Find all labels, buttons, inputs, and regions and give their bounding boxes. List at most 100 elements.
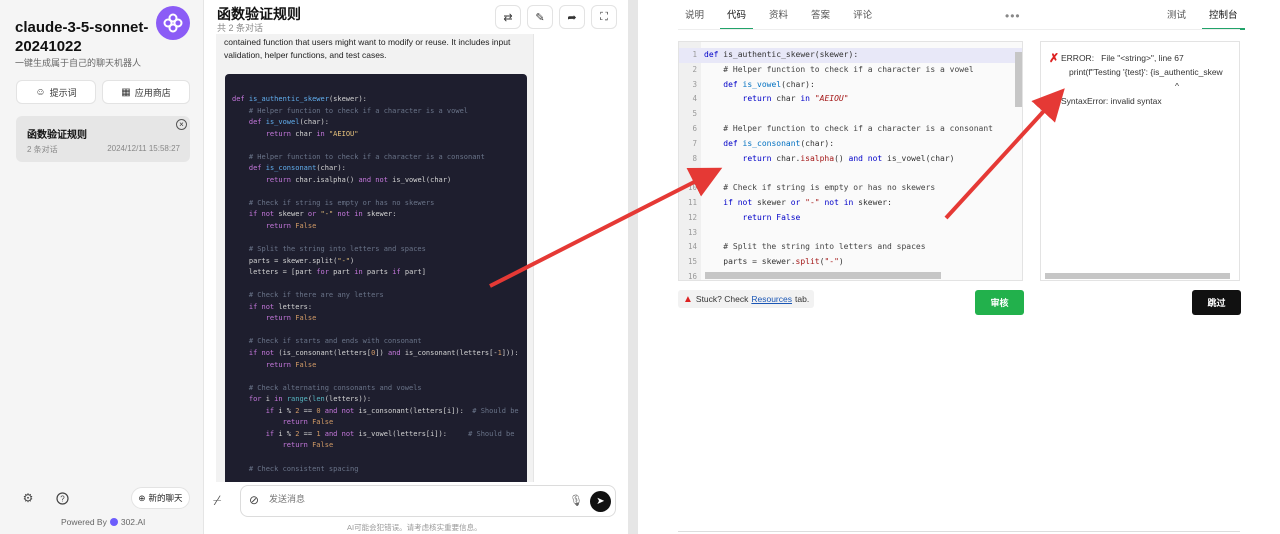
code-line: 10 # Check if string is empty or has no … (679, 181, 1022, 196)
brand-name: 302.AI (120, 517, 146, 527)
line-number: 10 (687, 183, 697, 193)
tab-comments[interactable]: 评论 (846, 0, 879, 30)
brand-logo-icon (109, 518, 118, 526)
powered-by: Powered By 302.AI (61, 517, 145, 527)
tab-resources[interactable]: 资料 (762, 0, 795, 30)
code-line: 5 (679, 107, 1022, 122)
tab-description[interactable]: 说明 (678, 0, 711, 30)
editor-tabs: 说明 代码 资料 答案 评论 (678, 0, 888, 30)
code-line: 8 return char.isalpha() and not is_vowel… (679, 152, 1022, 167)
broom-icon[interactable]: ⌿ (213, 492, 221, 509)
line-number: 13 (687, 227, 697, 237)
message-input[interactable] (269, 494, 559, 504)
line-number: 14 (687, 242, 697, 252)
new-chat-label: 新的聊天 (148, 493, 183, 503)
fullscreen-button[interactable]: ⛶ (591, 5, 617, 29)
code-line: 15 parts = skewer.split("-") (679, 255, 1022, 270)
line-number: 4 (692, 94, 697, 104)
line-number: 7 (692, 138, 697, 148)
tab-tests[interactable]: 测试 (1160, 0, 1193, 30)
swap-button[interactable]: ⇄ (495, 5, 521, 29)
close-icon[interactable]: × (176, 119, 187, 130)
console-caret: ^ (1175, 81, 1179, 91)
prompt-button-label: 提示词 (49, 87, 77, 98)
code-line: 12 return False (679, 211, 1022, 226)
share-button[interactable]: ➦ (559, 5, 585, 29)
line-number: 5 (692, 109, 697, 119)
chat-scrollbar[interactable] (533, 34, 534, 482)
new-chat-button[interactable]: ⊕ 新的聊天 (131, 487, 190, 509)
code-line: 13 (679, 226, 1022, 241)
line-number: 12 (687, 212, 697, 222)
robot-icon: ☺ (35, 86, 46, 98)
app-store-button-label: 应用商店 (134, 87, 171, 98)
conversation-count: 2 条对话 (27, 145, 58, 154)
tab-answers[interactable]: 答案 (804, 0, 837, 30)
warning-icon: ▲ (683, 293, 693, 305)
paperclip-icon[interactable]: ⊘ (249, 493, 259, 507)
line-number: 1 (692, 50, 697, 59)
assistant-message: contained function that users might want… (216, 34, 533, 482)
send-button[interactable]: ➤ (590, 491, 611, 512)
svg-text:?: ? (60, 494, 65, 503)
tab-code[interactable]: 代码 (720, 0, 754, 30)
tab-console[interactable]: 控制台 (1202, 0, 1245, 30)
console-error-line: ERROR: File "<string>", line 67 (1061, 53, 1184, 63)
settings-icon[interactable]: ⚙ (19, 489, 37, 507)
app-title: claude-3-5-sonnet-20241022 (15, 19, 149, 55)
chat-area: 函数验证规则 共 2 条对话 ⇄ ✎ ➦ ⛶ contained functio… (205, 0, 628, 534)
code-line: 1 def is_authentic_skewer(skewer): (679, 48, 1022, 63)
prompt-button[interactable]: ☺ 提示词 (16, 80, 96, 104)
pencil-icon: ✎ (535, 11, 545, 24)
code-line: 6 # Helper function to check if a charac… (679, 122, 1022, 137)
stuck-hint: ▲ Stuck? Check Resources tab. (678, 290, 815, 308)
code-content: def is_authentic_skewer(skewer): # Helpe… (232, 95, 519, 473)
chat-subtitle: 共 2 条对话 (217, 23, 264, 33)
code-editor[interactable]: 1 def is_authentic_skewer(skewer): 2 # He… (678, 41, 1023, 281)
error-icon: ✗ (1049, 51, 1060, 65)
sidebar: claude-3-5-sonnet-20241022 一键生成属于自己的聊天机器… (0, 0, 204, 534)
line-number: 3 (692, 79, 697, 89)
microphone-icon[interactable]: 🎙 (569, 494, 583, 507)
swap-icon: ⇄ (503, 11, 513, 24)
console-horizontal-scrollbar[interactable] (1045, 273, 1230, 279)
conversation-date: 2024/12/11 15:58:27 (107, 144, 180, 153)
line-number: 8 (692, 153, 697, 163)
powered-by-label: Powered By (61, 517, 107, 527)
message-input-box[interactable]: ⊘ 🎙 ➤ (240, 485, 616, 517)
line-number: 6 (692, 124, 697, 133)
more-icon[interactable]: ••• (1005, 9, 1021, 23)
code-line: 4 return char in "AEIOU" (679, 92, 1022, 107)
conversation-item[interactable]: 函数验证规则 2 条对话 2024/12/11 15:58:27 × (16, 116, 190, 162)
console-error-line: SyntaxError: invalid syntax (1061, 96, 1162, 106)
console-error-line: print(f"Testing '{test}': {is_authentic_… (1069, 67, 1223, 77)
expand-icon: ⛶ (600, 10, 608, 23)
stuck-suffix: tab. (795, 294, 810, 304)
editor-vertical-scrollbar[interactable] (1015, 52, 1022, 107)
review-button[interactable]: 审核 (975, 290, 1024, 315)
code-line: 2 # Helper function to check if a charac… (679, 63, 1022, 78)
code-block: def is_authentic_skewer(skewer): # Helpe… (225, 74, 527, 482)
skip-button[interactable]: 跳过 (1192, 290, 1241, 315)
code-line: 7 def is_consonant(char): (679, 137, 1022, 152)
line-number: 15 (687, 257, 697, 267)
app-subtitle: 一键生成属于自己的聊天机器人 (15, 58, 142, 68)
line-number: 2 (692, 64, 697, 74)
grid-icon: ▦ (121, 86, 131, 98)
edit-button[interactable]: ✎ (527, 5, 553, 29)
plus-icon: ⊕ (138, 492, 146, 503)
window-divider (628, 0, 638, 534)
app-store-button[interactable]: ▦ 应用商店 (102, 80, 190, 104)
console-panel: ✗ ERROR: File "<string>", line 67 print(… (1040, 41, 1240, 281)
help-icon[interactable]: ? (53, 489, 71, 507)
share-icon: ➦ (567, 11, 577, 24)
chat-app: claude-3-5-sonnet-20241022 一键生成属于自己的聊天机器… (0, 0, 628, 534)
disclaimer: AI可能会犯错误。请考虑核实重要信息。 (347, 523, 482, 532)
bottom-divider (678, 531, 1240, 532)
code-editor-app: 说明 代码 资料 答案 评论 ••• 测试 控制台 1 def is_authen… (638, 0, 1280, 534)
resources-link[interactable]: Resources (751, 294, 792, 304)
line-number: 16 (687, 272, 697, 281)
code-line: 3 def is_vowel(char): (679, 78, 1022, 93)
editor-horizontal-scrollbar[interactable] (705, 272, 941, 279)
line-number: 11 (687, 198, 697, 207)
